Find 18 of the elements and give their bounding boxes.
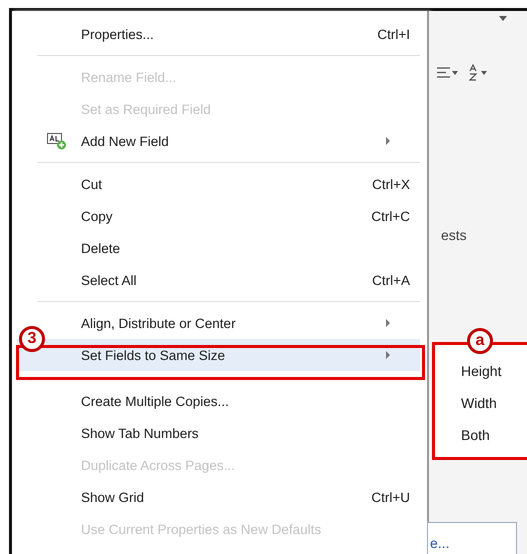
menu-item[interactable]: Create Multiple Copies... [47,385,420,417]
menu-item[interactable]: Cut Ctrl+X [47,168,420,200]
caret-icon[interactable] [499,16,507,21]
menu-item[interactable]: Show Grid Ctrl+U [47,481,420,513]
menu-item[interactable]: Copy Ctrl+C [47,200,420,232]
submenu-item[interactable]: Height [435,355,527,387]
menu-item[interactable]: Add New Field [47,125,420,157]
add-field-icon [47,132,67,150]
partial-button[interactable]: e... [427,522,517,554]
menu-item[interactable]: Show Tab Numbers [47,417,420,449]
partial-label: ests [441,227,468,243]
submenu-item[interactable]: Width [435,387,527,419]
menu-item[interactable]: Delete [47,232,420,264]
menu-item[interactable]: Select All Ctrl+A [47,264,420,296]
menu-item[interactable]: Properties... Ctrl+I [47,18,420,50]
menu-item[interactable]: Align, Distribute or Center [47,307,420,339]
submenu-item[interactable]: Both [435,419,527,451]
align-icon[interactable] [437,66,459,78]
